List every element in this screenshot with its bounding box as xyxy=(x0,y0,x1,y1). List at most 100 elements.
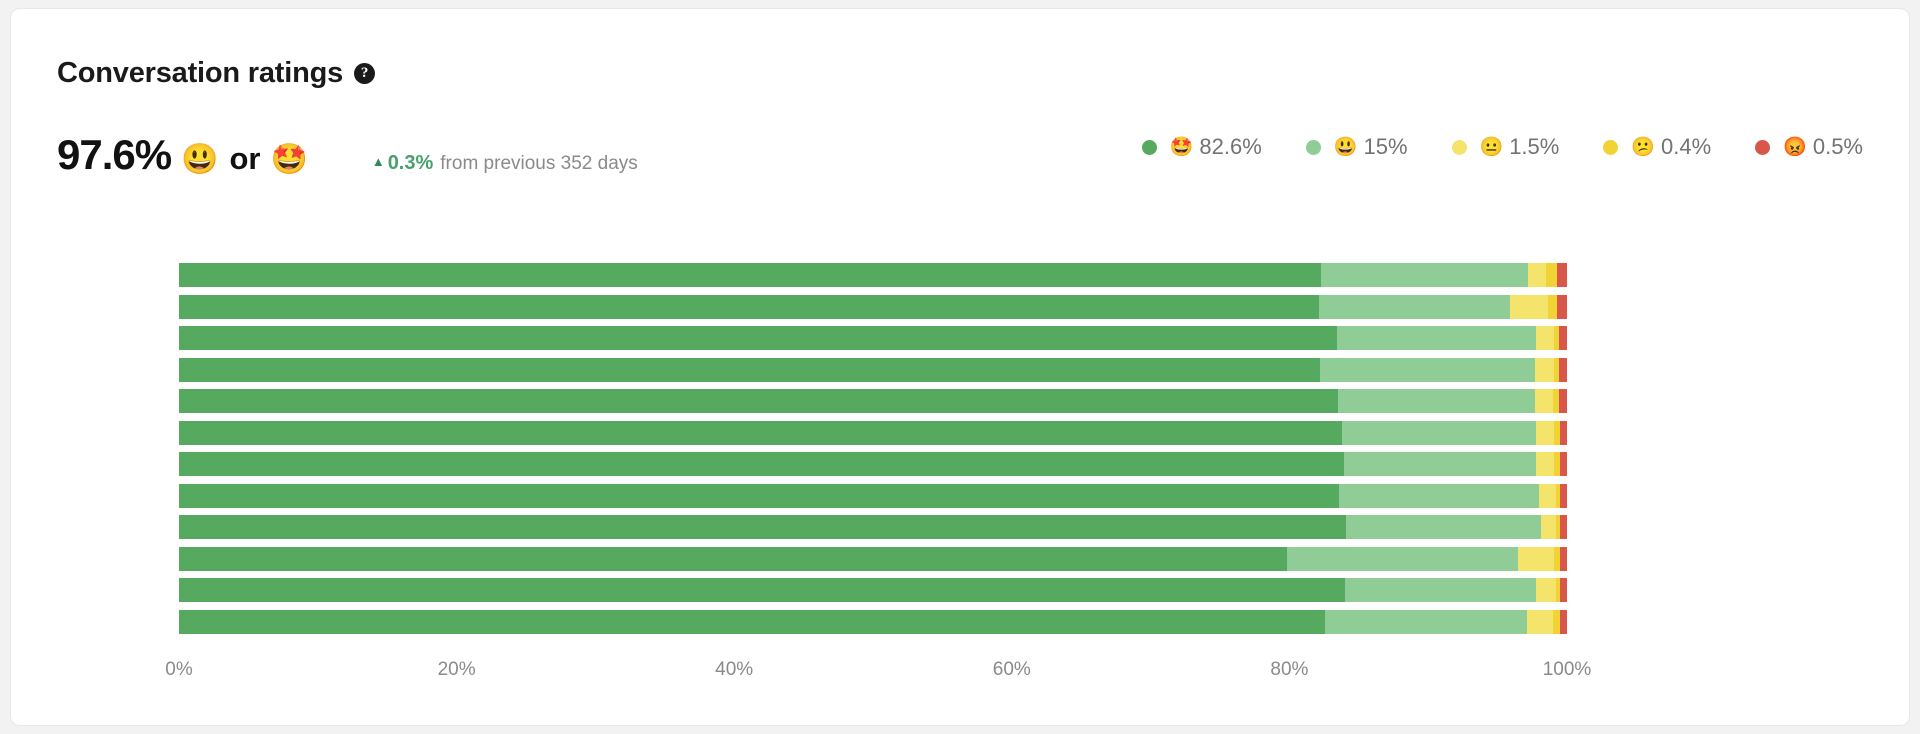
bar-segment-okay[interactable] xyxy=(1539,484,1556,508)
bar-segment-okay[interactable] xyxy=(1536,452,1554,476)
bar-segment-okay[interactable] xyxy=(1536,578,1555,602)
chart-bar-row[interactable] xyxy=(179,610,1567,634)
chart-bar-row[interactable] xyxy=(179,263,1567,287)
bar-segment-great[interactable] xyxy=(1319,295,1511,319)
chart-bar-row[interactable] xyxy=(179,358,1567,382)
bar-segment-terrible[interactable] xyxy=(1559,358,1567,382)
bar-segment-terrible[interactable] xyxy=(1559,389,1567,413)
bar-segment-great[interactable] xyxy=(1338,389,1535,413)
bar-segment-okay[interactable] xyxy=(1535,358,1554,382)
legend-color-swatch-bad xyxy=(1603,140,1618,155)
legend-emoji-icon-okay: 😐 xyxy=(1480,138,1504,157)
delta-value: 0.3% xyxy=(388,152,434,175)
delta-period-note: from previous 352 days xyxy=(440,153,638,175)
metric-conjunction: or xyxy=(229,141,260,177)
conversation-ratings-card: Conversation ratings ? 97.6% 😃 or 🤩 ▲ 0.… xyxy=(10,8,1910,726)
bar-segment-amazing[interactable] xyxy=(179,263,1321,287)
legend-color-swatch-terrible xyxy=(1755,140,1770,155)
chart-plot-area: DecNovOctSepAugJulJunMayAprMarFeb2024 xyxy=(179,263,1567,643)
chart-bar-row[interactable] xyxy=(179,547,1567,571)
x-axis-tick: 60% xyxy=(993,659,1031,681)
bar-segment-great[interactable] xyxy=(1344,452,1537,476)
bar-segment-terrible[interactable] xyxy=(1560,610,1567,634)
bar-segment-terrible[interactable] xyxy=(1560,515,1567,539)
bar-segment-amazing[interactable] xyxy=(179,578,1345,602)
bar-segment-terrible[interactable] xyxy=(1560,452,1567,476)
legend-item-terrible[interactable]: 😡 0.5% xyxy=(1755,134,1863,160)
chart-bar-row[interactable] xyxy=(179,295,1567,319)
legend-color-swatch-okay xyxy=(1452,140,1467,155)
grinning-face-emoji-icon: 😃 xyxy=(181,145,218,175)
legend-item-bad[interactable]: 😕0.4% xyxy=(1603,134,1711,160)
bar-segment-great[interactable] xyxy=(1339,484,1539,508)
chart-bar-row[interactable] xyxy=(179,421,1567,445)
x-axis-tick: 40% xyxy=(715,659,753,681)
bar-segment-amazing[interactable] xyxy=(179,358,1320,382)
legend-color-swatch-great xyxy=(1306,140,1321,155)
legend-color-swatch-amazing xyxy=(1142,140,1157,155)
legend-percent-bad: 0.4% xyxy=(1661,134,1711,160)
bar-segment-okay[interactable] xyxy=(1536,326,1554,350)
question-mark-circle-icon[interactable]: ? xyxy=(354,63,375,84)
bar-segment-terrible[interactable] xyxy=(1560,547,1567,571)
bar-segment-great[interactable] xyxy=(1321,263,1528,287)
bar-segment-amazing[interactable] xyxy=(179,389,1338,413)
legend-percent-amazing: 82.6% xyxy=(1199,134,1261,160)
bar-segment-okay[interactable] xyxy=(1527,610,1553,634)
chart-bar-row[interactable] xyxy=(179,452,1567,476)
bar-segment-amazing[interactable] xyxy=(179,326,1337,350)
bar-segment-terrible[interactable] xyxy=(1559,326,1567,350)
x-axis-tick: 100% xyxy=(1543,659,1592,681)
bar-segment-amazing[interactable] xyxy=(179,421,1342,445)
bar-segment-bad[interactable] xyxy=(1548,295,1558,319)
bar-segment-amazing[interactable] xyxy=(179,547,1287,571)
legend-item-amazing[interactable]: 🤩82.6% xyxy=(1142,134,1262,160)
bar-segment-great[interactable] xyxy=(1337,326,1537,350)
chart-bar-row[interactable] xyxy=(179,515,1567,539)
bar-segment-bad[interactable] xyxy=(1546,263,1557,287)
legend-percent-okay: 1.5% xyxy=(1509,134,1559,160)
x-axis-tick: 0% xyxy=(165,659,192,681)
bar-segment-terrible[interactable] xyxy=(1557,263,1567,287)
bar-segment-great[interactable] xyxy=(1325,610,1526,634)
bar-segment-great[interactable] xyxy=(1345,578,1537,602)
bar-segment-great[interactable] xyxy=(1287,547,1519,571)
legend-item-great[interactable]: 😃15% xyxy=(1306,134,1408,160)
triangle-up-icon: ▲ xyxy=(372,154,385,169)
summary-metric: 97.6% 😃 or 🤩 ▲ 0.3% from previous 352 da… xyxy=(57,131,638,179)
bar-segment-great[interactable] xyxy=(1320,358,1535,382)
bar-segment-okay[interactable] xyxy=(1518,547,1554,571)
chart-bar-row[interactable] xyxy=(179,578,1567,602)
bar-segment-okay[interactable] xyxy=(1510,295,1547,319)
bar-segment-okay[interactable] xyxy=(1528,263,1546,287)
legend-percent-terrible: 0.5% xyxy=(1813,134,1863,160)
chart-bar-row[interactable] xyxy=(179,389,1567,413)
bar-segment-terrible[interactable] xyxy=(1557,295,1567,319)
x-axis-tick: 80% xyxy=(1270,659,1308,681)
bar-segment-terrible[interactable] xyxy=(1560,578,1567,602)
page-title: Conversation ratings xyxy=(57,57,343,90)
bar-segment-okay[interactable] xyxy=(1536,421,1554,445)
bar-segment-great[interactable] xyxy=(1342,421,1536,445)
chart-bar-row[interactable] xyxy=(179,484,1567,508)
bar-segment-amazing[interactable] xyxy=(179,295,1319,319)
bar-segment-amazing[interactable] xyxy=(179,515,1346,539)
legend-emoji-icon-great: 😃 xyxy=(1334,138,1358,157)
bar-segment-okay[interactable] xyxy=(1535,389,1553,413)
bar-segment-okay[interactable] xyxy=(1541,515,1556,539)
chart-bar-row[interactable] xyxy=(179,326,1567,350)
legend-emoji-icon-terrible: 😡 xyxy=(1783,138,1807,157)
x-axis-tick: 20% xyxy=(438,659,476,681)
conversation-ratings-chart: DecNovOctSepAugJulJunMayAprMarFeb2024 0%… xyxy=(11,197,1910,717)
bar-segment-bad[interactable] xyxy=(1553,610,1560,634)
delta-indicator: ▲ 0.3% from previous 352 days xyxy=(372,152,638,175)
bar-segment-terrible[interactable] xyxy=(1560,421,1567,445)
legend-item-okay[interactable]: 😐 1.5% xyxy=(1452,134,1560,160)
bar-segment-amazing[interactable] xyxy=(179,452,1344,476)
bar-segment-amazing[interactable] xyxy=(179,610,1325,634)
star-struck-emoji-icon: 🤩 xyxy=(270,145,307,175)
bar-segment-great[interactable] xyxy=(1346,515,1540,539)
bar-segment-amazing[interactable] xyxy=(179,484,1339,508)
card-header: Conversation ratings ? xyxy=(57,57,375,90)
bar-segment-terrible[interactable] xyxy=(1560,484,1567,508)
